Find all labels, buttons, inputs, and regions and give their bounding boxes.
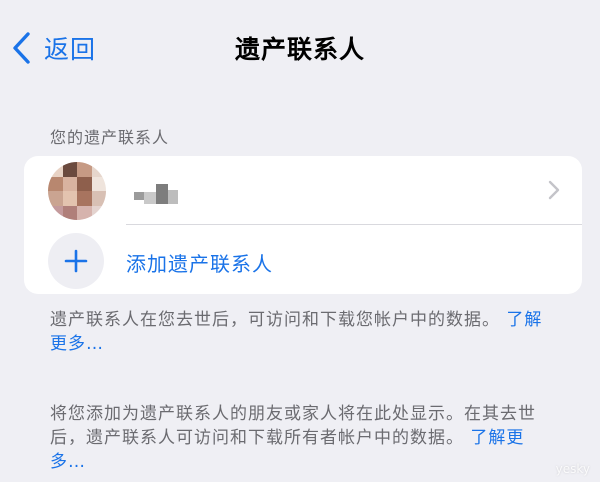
- footer-text-1: 遗产联系人在您去世后，可访问和下载您帐户中的数据。: [50, 310, 500, 330]
- add-legacy-contact-label: 添加遗产联系人: [126, 252, 273, 276]
- avatar: [48, 162, 106, 220]
- navigation-bar: 返回 遗产联系人: [0, 0, 600, 92]
- legacy-contacts-card: 添加遗产联系人: [24, 156, 582, 294]
- contact-name-redacted: [134, 184, 178, 206]
- add-icon-circle: [48, 233, 104, 289]
- page-title: 遗产联系人: [234, 35, 365, 64]
- watermark-logo: yesky: [555, 462, 590, 476]
- footer-description-2: 将您添加为遗产联系人的朋友或家人将在此处显示。在其去世后，遗产联系人可访问和下载…: [50, 402, 560, 474]
- chevron-right-icon: [548, 180, 560, 200]
- legacy-contact-row[interactable]: [24, 156, 582, 224]
- section-header: 您的遗产联系人: [50, 128, 170, 147]
- footer-description-1: 遗产联系人在您去世后，可访问和下载您帐户中的数据。 了解更多…: [50, 308, 560, 356]
- footer-text-2: 将您添加为遗产联系人的朋友或家人将在此处显示。在其去世后，遗产联系人可访问和下载…: [50, 404, 536, 448]
- plus-icon: [64, 249, 88, 273]
- add-legacy-contact-button[interactable]: 添加遗产联系人: [24, 225, 582, 294]
